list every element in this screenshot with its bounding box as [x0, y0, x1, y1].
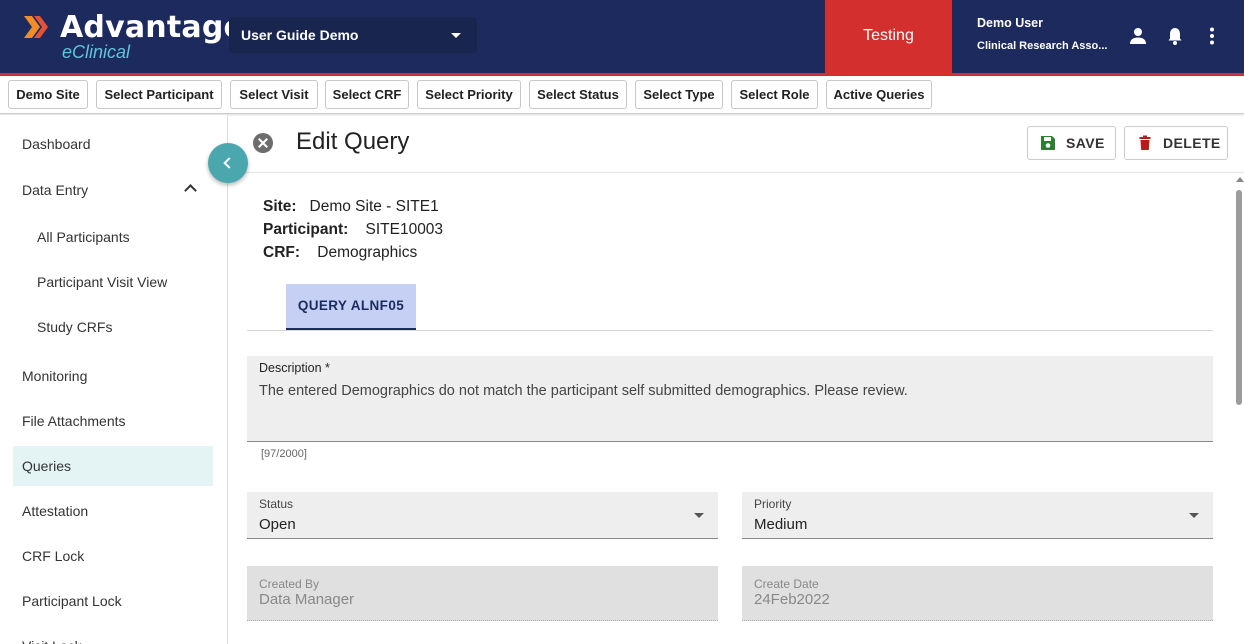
created-by-field: Created By Data Manager	[247, 566, 718, 621]
sidebar-item-attestation[interactable]: Attestation	[13, 491, 213, 531]
filter-site[interactable]: Demo Site	[8, 80, 88, 109]
delete-button[interactable]: DELETE	[1124, 126, 1228, 160]
study-select[interactable]: User Guide Demo	[229, 17, 477, 53]
site-info: Site: Demo Site - SITE1	[263, 198, 439, 216]
page-title: Edit Query	[296, 128, 410, 155]
description-value: The entered Demographics do not match th…	[259, 383, 908, 399]
description-counter: [97/2000]	[261, 448, 307, 460]
bell-icon[interactable]	[1165, 26, 1185, 46]
user-role: Clinical Research Asso...	[977, 40, 1108, 52]
save-button-label: SAVE	[1066, 135, 1105, 151]
sidebar-item-label: Data Entry	[22, 182, 89, 198]
logo-chevron-icon	[24, 16, 48, 38]
sidebar-item-data-entry[interactable]: Data Entry	[13, 170, 213, 210]
chevron-down-icon	[1189, 513, 1199, 518]
tab-divider	[247, 330, 1213, 331]
person-icon[interactable]	[1128, 26, 1148, 46]
sidebar-item-study-crfs[interactable]: Study CRFs	[13, 307, 213, 347]
scroll-up-arrow-icon[interactable]	[1236, 177, 1244, 182]
save-button[interactable]: SAVE	[1027, 126, 1116, 160]
filter-bar: Demo Site Select Participant Select Visi…	[0, 76, 1244, 114]
filter-status[interactable]: Select Status	[529, 80, 627, 109]
priority-label: Priority	[754, 497, 792, 511]
sidebar-item-all-participants[interactable]: All Participants	[13, 217, 213, 257]
sidebar-item-dashboard[interactable]: Dashboard	[13, 124, 213, 164]
sidebar-item-visit-lock[interactable]: Visit Lock	[13, 626, 213, 644]
top-app-bar: Advantage eClinical User Guide Demo Test…	[0, 0, 1244, 73]
participant-info: Participant: SITE10003	[263, 221, 443, 239]
chevron-down-icon	[694, 513, 704, 518]
filter-active-queries[interactable]: Active Queries	[826, 80, 932, 109]
close-icon[interactable]	[253, 133, 273, 153]
environment-badge: Testing	[825, 0, 952, 73]
filter-role[interactable]: Select Role	[731, 80, 818, 109]
created-by-label: Created By	[259, 577, 320, 591]
created-by-value: Data Manager	[259, 591, 355, 608]
collapse-sidebar-button[interactable]	[208, 143, 248, 183]
main-content: Edit Query SAVE DELETE Site: Demo Site -…	[229, 115, 1244, 644]
participant-value: SITE10003	[365, 221, 444, 238]
more-vert-icon[interactable]	[1202, 26, 1222, 46]
user-info[interactable]: Demo User Clinical Research Asso...	[977, 16, 1117, 52]
crf-value: Demographics	[317, 244, 418, 261]
delete-button-label: DELETE	[1163, 135, 1221, 151]
sidebar-item-queries[interactable]: Queries	[13, 446, 213, 486]
description-label: Description *	[259, 361, 330, 375]
status-label: Status	[259, 497, 294, 511]
logo-subtitle: eClinical	[62, 42, 131, 62]
crf-info: CRF: Demographics	[263, 244, 417, 262]
scrollbar[interactable]	[1234, 175, 1244, 644]
filter-crf[interactable]: Select CRF	[325, 80, 409, 109]
filter-participant[interactable]: Select Participant	[96, 80, 222, 109]
filter-visit[interactable]: Select Visit	[230, 80, 318, 109]
user-name: Demo User	[977, 16, 1043, 30]
description-field[interactable]: Description * The entered Demographics d…	[247, 356, 1213, 442]
chevron-left-icon	[223, 157, 235, 169]
filter-type[interactable]: Select Type	[635, 80, 723, 109]
sidebar-item-file-attachments[interactable]: File Attachments	[13, 401, 213, 441]
create-date-field: Create Date 24Feb2022	[742, 566, 1213, 621]
save-icon	[1041, 136, 1055, 150]
priority-value: Medium	[754, 516, 808, 533]
study-select-value: User Guide Demo	[241, 27, 359, 43]
status-select[interactable]: Status Open	[247, 492, 718, 539]
filter-priority[interactable]: Select Priority	[417, 80, 521, 109]
status-value: Open	[259, 516, 296, 533]
sidebar-item-crf-lock[interactable]: CRF Lock	[13, 536, 213, 576]
sidebar: Dashboard Data Entry All Participants Pa…	[0, 115, 228, 644]
app-logo[interactable]: Advantage eClinical	[22, 10, 244, 66]
logo-title: Advantage	[60, 10, 245, 45]
scrollbar-thumb[interactable]	[1236, 190, 1242, 405]
participant-label: Participant:	[263, 221, 349, 238]
header-divider	[229, 172, 1244, 173]
site-value: Demo Site - SITE1	[309, 198, 439, 215]
crf-label: CRF:	[263, 244, 301, 261]
create-date-value: 24Feb2022	[754, 591, 830, 608]
site-label: Site:	[263, 198, 297, 215]
chevron-up-icon	[184, 184, 197, 197]
sidebar-item-participant-lock[interactable]: Participant Lock	[13, 581, 213, 621]
sidebar-item-participant-visit-view[interactable]: Participant Visit View	[13, 262, 213, 302]
tab-query[interactable]: QUERY ALNF05	[286, 284, 416, 330]
create-date-label: Create Date	[754, 577, 819, 591]
chevron-down-icon	[451, 33, 461, 38]
priority-select[interactable]: Priority Medium	[742, 492, 1213, 539]
sidebar-item-monitoring[interactable]: Monitoring	[13, 356, 213, 396]
trash-icon	[1139, 135, 1151, 150]
